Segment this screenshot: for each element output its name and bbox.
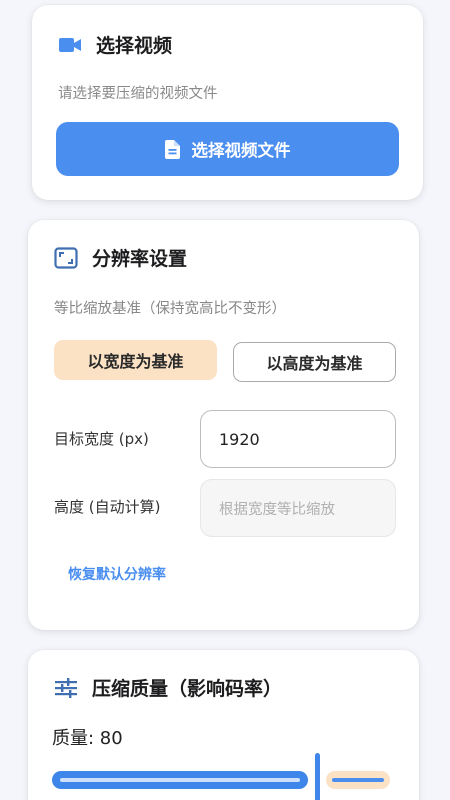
select-video-hint: 请选择要压缩的视频文件	[58, 86, 218, 102]
scale-by-height-option[interactable]: 以高度为基准	[233, 342, 396, 382]
resolution-card: 分辨率设置 等比缩放基准（保持宽高比不变形） 以宽度为基准 以高度为基准 目标宽…	[28, 220, 419, 630]
auto-height-label: 高度 (自动计算)	[54, 498, 161, 516]
quality-slider[interactable]	[52, 753, 392, 800]
select-video-card: 选择视频 请选择要压缩的视频文件 选择视频文件	[32, 5, 423, 200]
quality-title: 压缩质量（影响码率）	[92, 678, 283, 700]
quality-card: 压缩质量（影响码率） 质量: 80	[28, 650, 419, 800]
target-width-input[interactable]: 1920	[200, 410, 396, 468]
sliders-icon	[54, 676, 78, 700]
target-width-label: 目标宽度 (px)	[54, 430, 149, 448]
select-video-header: 选择视频	[58, 31, 172, 58]
resolution-hint: 等比缩放基准（保持宽高比不变形）	[54, 301, 286, 317]
quality-slider-thumb[interactable]	[315, 753, 320, 800]
auto-height-field: 根据宽度等比缩放	[200, 479, 396, 537]
file-icon	[164, 139, 180, 159]
quality-header: 压缩质量（影响码率）	[54, 674, 282, 701]
quality-value-label: 质量: 80	[52, 728, 123, 749]
resolution-title: 分辨率设置	[92, 248, 188, 270]
select-video-title: 选择视频	[96, 35, 173, 57]
resolution-header: 分辨率设置	[54, 244, 187, 271]
video-camera-icon	[58, 33, 82, 57]
quality-slider-active-track	[52, 771, 308, 789]
select-video-file-label: 选择视频文件	[191, 141, 291, 160]
scale-by-width-option[interactable]: 以宽度为基准	[54, 340, 217, 380]
quality-slider-inactive-track	[326, 771, 390, 789]
select-video-file-button[interactable]: 选择视频文件	[56, 122, 399, 176]
reset-resolution-button[interactable]: 恢复默认分辨率	[68, 564, 166, 584]
aspect-ratio-icon	[54, 246, 78, 270]
